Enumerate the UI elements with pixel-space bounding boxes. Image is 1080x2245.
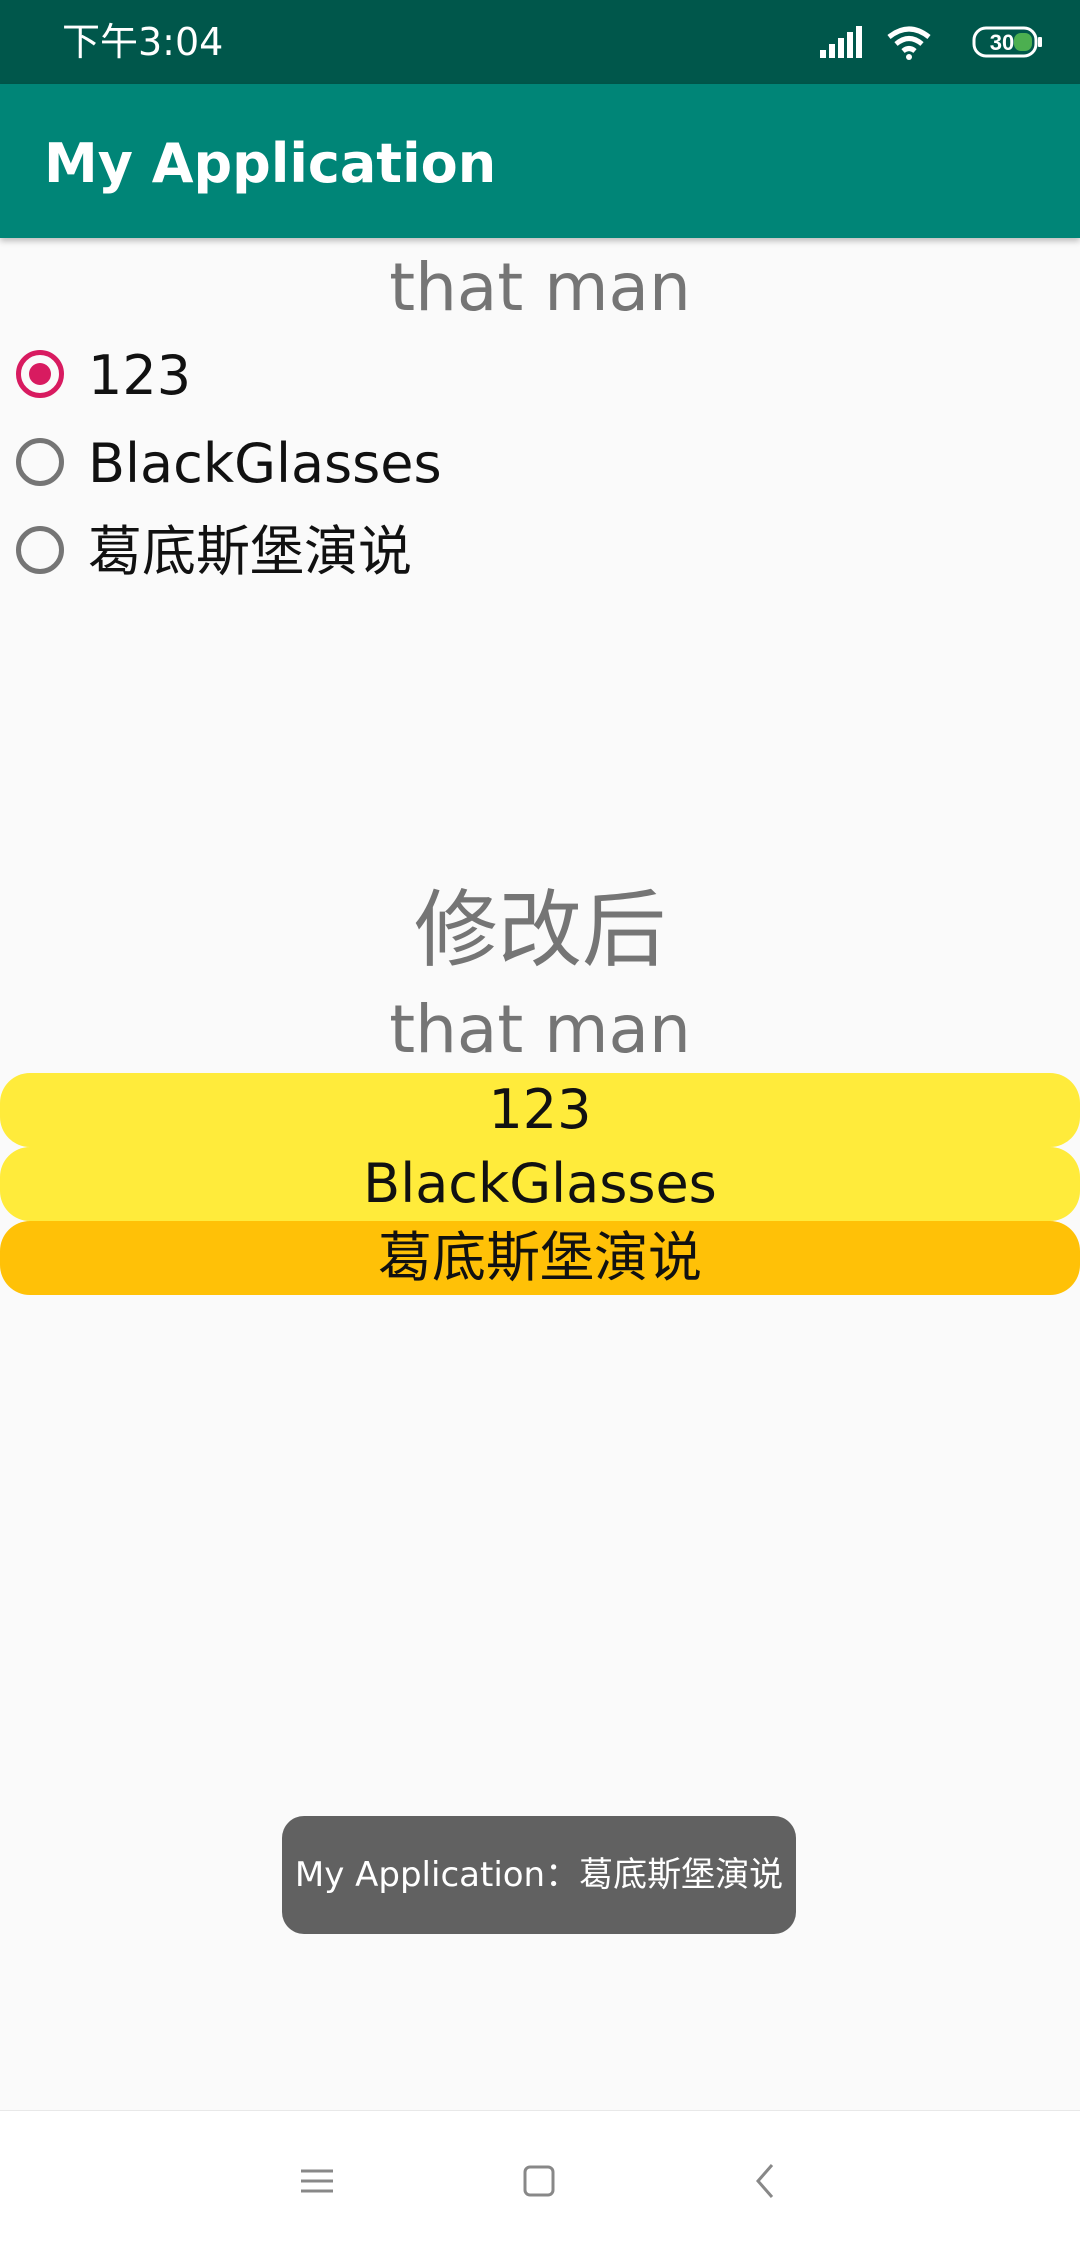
top-title: that man (389, 249, 691, 326)
radio-unchecked-icon (16, 526, 64, 574)
radio-checked-icon (16, 350, 64, 398)
option-button-blackglasses[interactable]: BlackGlasses (0, 1147, 1080, 1221)
menu-icon[interactable] (287, 2151, 347, 2211)
app-bar: My Application (0, 84, 1080, 238)
option-button-123[interactable]: 123 (0, 1073, 1080, 1147)
radio-option-blackglasses[interactable]: BlackGlasses (0, 422, 700, 510)
modified-heading: 修改后 (413, 881, 666, 979)
radio-unchecked-icon (16, 438, 64, 486)
radio-label: 葛底斯堡演说 (88, 520, 412, 583)
battery-icon: 30 (972, 26, 1042, 58)
wifi-icon (887, 26, 931, 60)
radio-label: BlackGlasses (88, 432, 442, 495)
radio-option-123[interactable]: 123 (0, 334, 700, 422)
radio-option-gettysburg[interactable]: 葛底斯堡演说 (0, 510, 700, 598)
option-button-gettysburg[interactable]: 葛底斯堡演说 (0, 1221, 1080, 1295)
radio-label: 123 (88, 344, 192, 407)
toast-message: My Application：葛底斯堡演说 (282, 1816, 796, 1934)
back-icon[interactable] (736, 2151, 796, 2211)
bottom-title: that man (389, 991, 691, 1068)
app-title: My Application (44, 132, 497, 195)
battery-level: 30 (990, 30, 1014, 55)
signal-icon (820, 26, 862, 58)
status-bar: 下午3:04 30 (0, 0, 1080, 84)
home-icon[interactable] (509, 2151, 569, 2211)
status-time: 下午3:04 (62, 20, 224, 64)
navigation-bar (0, 2110, 1080, 2245)
